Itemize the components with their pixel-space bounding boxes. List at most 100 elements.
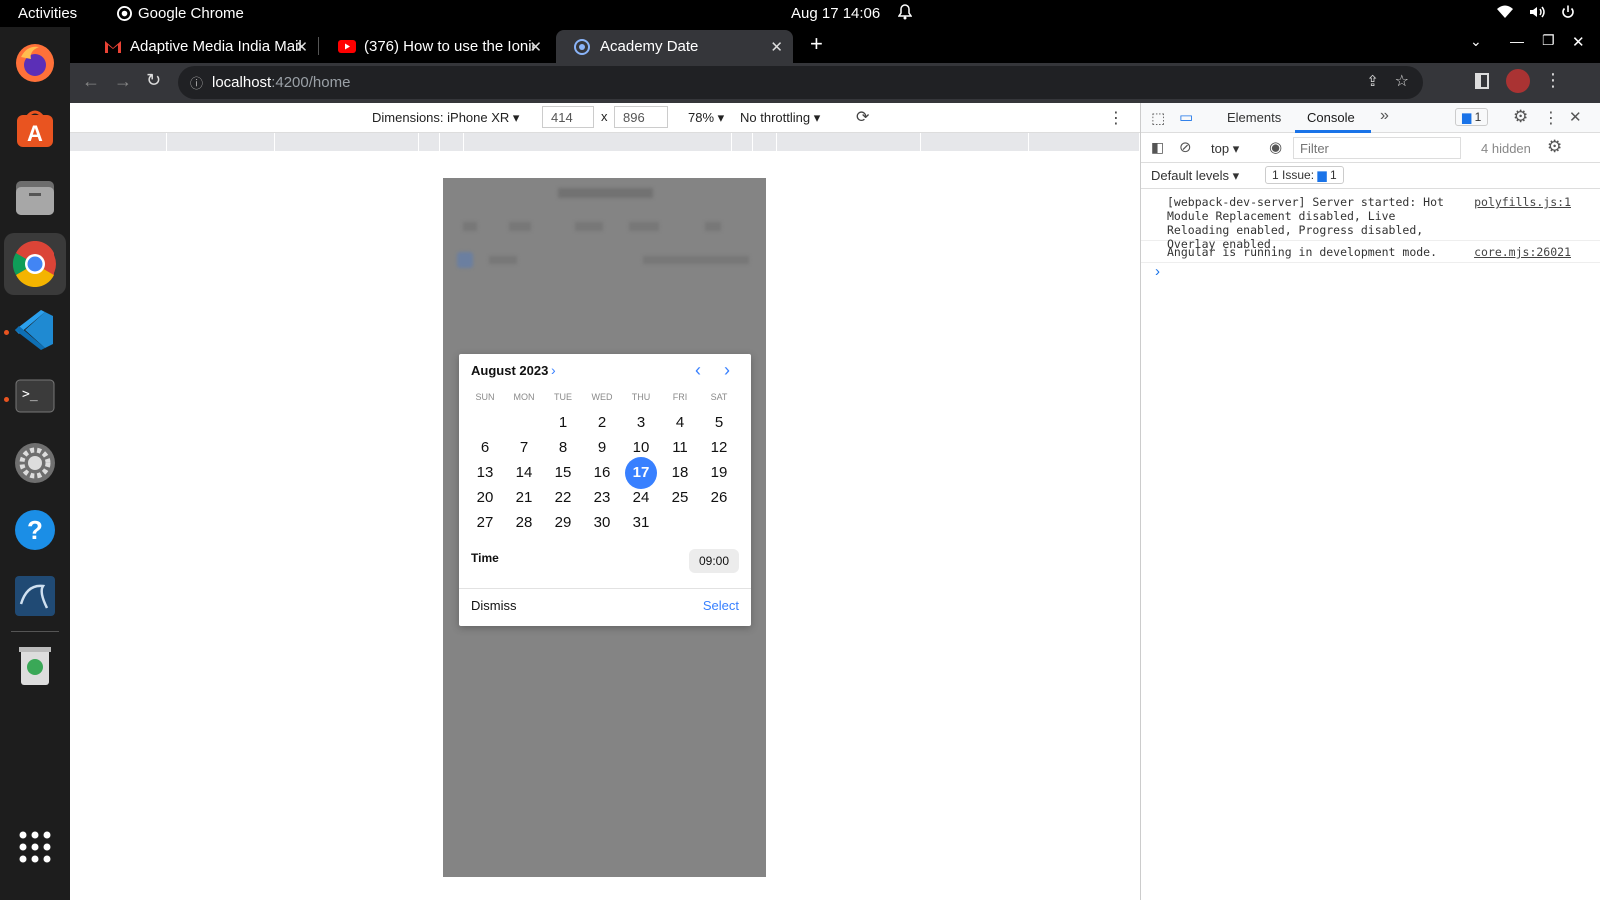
system-tray[interactable] — [1496, 4, 1576, 20]
vscode-icon[interactable] — [11, 306, 59, 354]
devtools-panel: ⬚ ▭ Elements Console » ▆ 1 ⚙ ⋮ ✕ ◧ ⊘ top… — [1140, 103, 1600, 900]
log-source-link[interactable]: polyfills.js:1 — [1474, 195, 1571, 209]
reload-icon[interactable]: ↻ — [146, 70, 161, 91]
select-button[interactable]: Select — [703, 598, 739, 613]
minimize-icon[interactable]: — — [1510, 33, 1524, 49]
close-devtools-icon[interactable]: ✕ — [1569, 108, 1582, 126]
dimension-x: x — [601, 109, 608, 124]
dismiss-button[interactable]: Dismiss — [471, 598, 517, 613]
chevron-right-icon[interactable]: › — [551, 362, 556, 378]
log-source-link[interactable]: core.mjs:26021 — [1474, 245, 1571, 259]
width-input[interactable]: 414 — [542, 106, 594, 128]
chrome-dock-icon[interactable] — [4, 233, 66, 295]
levels-dropdown[interactable]: Default levels ▾ — [1151, 168, 1239, 184]
sidebar-toggle-icon[interactable]: ◧ — [1151, 139, 1164, 156]
device-toolbar: Dimensions: iPhone XR ▾ 414 x 896 78% ▾ … — [70, 103, 1140, 133]
power-icon — [1562, 5, 1574, 18]
app-center-icon[interactable]: A — [11, 105, 59, 153]
zoom-dropdown[interactable]: 78% ▾ — [688, 110, 724, 126]
previous-month-icon[interactable]: ‹ — [695, 360, 701, 381]
console-message: Angular is running in development mode. … — [1141, 241, 1600, 263]
device-dropdown[interactable]: Dimensions: iPhone XR ▾ — [372, 110, 519, 126]
tab-label: Academy Date — [600, 38, 699, 55]
inspect-element-icon[interactable]: ⬚ — [1151, 109, 1165, 127]
info-icon[interactable]: ⓘ — [190, 73, 203, 92]
tab-search-icon[interactable]: ⌄ — [1470, 33, 1482, 50]
calendar-day[interactable]: 30 — [586, 507, 618, 539]
avatar[interactable] — [1506, 69, 1530, 93]
console-prompt[interactable]: › — [1155, 263, 1160, 280]
app-name: Google Chrome — [138, 5, 244, 22]
tab-console[interactable]: Console — [1307, 110, 1355, 125]
next-month-icon[interactable]: › — [724, 360, 730, 381]
tab-mail[interactable]: Adaptive Media India Mail ✕ — [86, 30, 318, 63]
calendar-day[interactable]: 31 — [625, 507, 657, 539]
console-message: [webpack-dev-server] Server started: Hot… — [1141, 189, 1600, 251]
tab-strip: Adaptive Media India Mail ✕ (376) How to… — [70, 27, 1600, 63]
console-toolbar: ◧ ⊘ top ▾ ◉ 4 hidden ⚙ — [1141, 133, 1600, 163]
calendar-day[interactable]: 28 — [508, 507, 540, 539]
system-top-bar: Activities Google Chrome Aug 17 14:06 — [0, 0, 1600, 27]
share-icon[interactable]: ⇪ — [1366, 72, 1379, 90]
trash-icon[interactable] — [11, 641, 59, 689]
tab-elements[interactable]: Elements — [1227, 110, 1281, 125]
files-icon[interactable] — [11, 173, 59, 221]
calendar-day[interactable]: 26 — [703, 482, 735, 514]
media-query-ruler[interactable] — [70, 133, 1140, 151]
rotate-icon[interactable]: ⟳ — [856, 107, 869, 127]
devtools-tab-bar: ⬚ ▭ Elements Console » ▆ 1 ⚙ ⋮ ✕ — [1141, 103, 1600, 133]
activities-button[interactable]: Activities — [18, 5, 77, 22]
svg-text:?: ? — [27, 515, 43, 545]
datetime-picker: August 2023 › ‹ › SUN MON TUE WED THU FRI SAT … — [459, 354, 751, 626]
throttling-dropdown[interactable]: No throttling ▾ — [740, 110, 820, 126]
forward-icon[interactable]: → — [114, 71, 132, 92]
console-settings-icon[interactable]: ⚙ — [1547, 137, 1562, 157]
issues-badge[interactable]: ▆ 1 — [1455, 108, 1489, 126]
issues-link[interactable]: 1 Issue: ▆ 1 — [1265, 166, 1344, 184]
month-year-label[interactable]: August 2023 — [471, 363, 548, 378]
weekday-label: FRI — [672, 392, 688, 402]
device-options-icon[interactable]: ⋮ — [1108, 108, 1124, 128]
settings-gear-icon[interactable]: ⚙ — [1513, 107, 1528, 127]
youtube-icon — [338, 40, 356, 53]
close-tab-icon[interactable]: ✕ — [529, 38, 542, 56]
context-selector[interactable]: top ▾ — [1211, 141, 1239, 157]
mysql-workbench-icon[interactable] — [11, 572, 59, 620]
tab-academy-date[interactable]: Academy Date ✕ — [556, 30, 793, 63]
height-input[interactable]: 896 — [614, 106, 668, 128]
side-panel-icon[interactable] — [1475, 73, 1489, 89]
close-window-icon[interactable]: ✕ — [1572, 33, 1585, 51]
settings-icon[interactable] — [11, 439, 59, 487]
more-tabs-icon[interactable]: » — [1380, 107, 1389, 125]
new-tab-button[interactable]: + — [810, 31, 823, 57]
terminal-icon[interactable]: >_ — [11, 372, 59, 420]
calendar-day[interactable]: 29 — [547, 507, 579, 539]
time-button[interactable]: 09:00 — [689, 549, 739, 573]
tab-youtube[interactable]: (376) How to use the Ionic ✕ — [320, 30, 552, 63]
weekday-label: SUN — [475, 392, 495, 402]
address-bar[interactable]: ⓘ localhost:4200/home ⇪ ☆ — [178, 66, 1423, 99]
menu-kebab-icon[interactable]: ⋮ — [1544, 70, 1562, 91]
close-tab-icon[interactable]: ✕ — [770, 38, 783, 56]
console-filter-input[interactable] — [1293, 137, 1461, 159]
chrome-icon — [574, 38, 590, 55]
clock[interactable]: Aug 17 14:06 — [791, 5, 880, 22]
live-expression-eye-icon[interactable]: ◉ — [1269, 138, 1282, 156]
svg-text:A: A — [27, 121, 43, 146]
firefox-icon[interactable] — [11, 39, 59, 87]
calendar-day[interactable]: 27 — [469, 507, 501, 539]
devtools-menu-icon[interactable]: ⋮ — [1543, 108, 1559, 128]
tab-label: Adaptive Media India Mail — [130, 38, 302, 55]
device-toggle-icon[interactable]: ▭ — [1179, 108, 1193, 126]
gmail-icon — [105, 40, 121, 53]
help-icon[interactable]: ? — [11, 506, 59, 554]
close-tab-icon[interactable]: ✕ — [295, 38, 308, 56]
clear-console-icon[interactable]: ⊘ — [1179, 138, 1192, 156]
calendar-day[interactable]: 25 — [664, 482, 696, 514]
app-menu[interactable]: Google Chrome — [117, 5, 244, 22]
show-apps-icon[interactable] — [11, 823, 59, 871]
bookmark-star-icon[interactable]: ☆ — [1395, 71, 1409, 91]
maximize-icon[interactable]: ❐ — [1542, 32, 1555, 49]
console-levels-bar: Default levels ▾ 1 Issue: ▆ 1 — [1141, 163, 1600, 189]
back-icon[interactable]: ← — [82, 71, 100, 92]
